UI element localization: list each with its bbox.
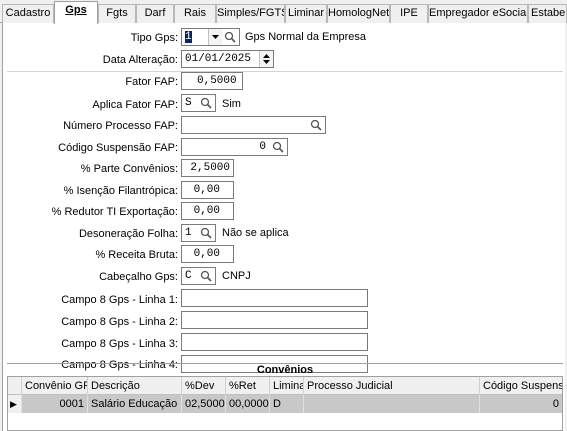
magnifier-icon bbox=[310, 119, 322, 131]
codigo-suspensao-fap-search-button[interactable] bbox=[270, 139, 287, 155]
aplica-fator-fap-label: Aplica Fator FAP: bbox=[92, 99, 178, 111]
parte-convenios-field[interactable]: 2,5000 bbox=[181, 159, 234, 177]
data-alteracao-label: Data Alteração: bbox=[102, 54, 178, 66]
magnifier-icon bbox=[200, 270, 212, 282]
redutor-ti-value: 0,00 bbox=[193, 205, 220, 217]
grid-header: Convênio GPS Descrição %Dev %Ret Liminar… bbox=[8, 377, 562, 395]
tipo-gps-label: Tipo Gps: bbox=[130, 32, 178, 44]
campo8-linha2-field[interactable] bbox=[181, 311, 368, 329]
tab-fgts[interactable]: Fgts bbox=[98, 4, 136, 23]
data-alteracao-dropdown-button[interactable] bbox=[259, 51, 273, 67]
magnifier-icon bbox=[272, 141, 284, 153]
campo8-linha3-field[interactable] bbox=[181, 333, 368, 351]
campo8-linha1-field[interactable] bbox=[181, 289, 368, 307]
codigo-suspensao-fap-field[interactable]: 0 bbox=[181, 138, 288, 156]
tipo-gps-search-button[interactable] bbox=[222, 29, 239, 45]
campo8-linha2-label: Campo 8 Gps - Linha 2: bbox=[61, 316, 178, 328]
convenios-grid[interactable]: Convênio GPS Descrição %Dev %Ret Liminar… bbox=[7, 376, 563, 431]
fator-fap-value: 0,5000 bbox=[197, 75, 237, 87]
data-alteracao-field[interactable]: 01/01/2025 bbox=[181, 50, 274, 68]
column-header[interactable]: %Dev bbox=[182, 377, 226, 395]
campo8-linha1-label: Campo 8 Gps - Linha 1: bbox=[61, 294, 178, 306]
table-cell: Salário Educação bbox=[88, 395, 182, 413]
isencao-filantropica-label: % Isenção Filantrópica: bbox=[63, 185, 178, 197]
redutor-ti-label: % Redutor TI Exportação: bbox=[51, 206, 178, 218]
table-cell bbox=[304, 395, 480, 413]
fator-fap-field[interactable]: 0,5000 bbox=[181, 72, 243, 90]
table-cell: 00,0000 bbox=[226, 395, 270, 413]
aplica-fator-fap-description: Sim bbox=[222, 98, 241, 110]
receita-bruta-field[interactable]: 0,00 bbox=[181, 245, 234, 263]
spin-arrows-icon bbox=[263, 54, 270, 64]
aplica-fator-fap-search-button[interactable] bbox=[198, 95, 215, 111]
gps-panel: Tipo Gps: 1 Gps Normal da Empresa Data A… bbox=[2, 23, 565, 431]
column-header[interactable]: Descrição bbox=[88, 377, 182, 395]
parte-convenios-label: % Parte Convênios: bbox=[80, 163, 178, 175]
codigo-suspensao-fap-label: Código Suspensão FAP: bbox=[58, 142, 178, 154]
table-row[interactable]: ▶ 0001 Salário Educação 02,5000 00,0000 … bbox=[8, 395, 562, 413]
desoneracao-folha-label: Desoneração Folha: bbox=[78, 228, 178, 240]
isencao-filantropica-value: 0,00 bbox=[193, 184, 220, 196]
tab-rais[interactable]: Rais bbox=[174, 4, 216, 23]
aplica-fator-fap-value: S bbox=[185, 97, 192, 109]
isencao-filantropica-field[interactable]: 0,00 bbox=[181, 181, 234, 199]
table-cell: 0001 bbox=[22, 395, 88, 413]
tipo-gps-dropdown-button[interactable] bbox=[208, 29, 222, 45]
numero-processo-fap-search-button[interactable] bbox=[308, 117, 325, 133]
column-header[interactable]: Código Suspensão bbox=[480, 377, 562, 395]
column-header[interactable]: %Ret bbox=[226, 377, 270, 395]
tab-liminar[interactable]: Liminar bbox=[285, 4, 327, 23]
tab-ipe[interactable]: IPE bbox=[390, 4, 428, 23]
column-header[interactable]: Processo Judicial bbox=[304, 377, 480, 395]
desoneracao-folha-search-button[interactable] bbox=[198, 225, 215, 241]
row-indicator-icon: ▶ bbox=[8, 395, 22, 413]
table-cell: 0 bbox=[552, 398, 559, 410]
chevron-down-icon bbox=[212, 35, 219, 39]
tab-homolognet[interactable]: HomologNet bbox=[327, 4, 390, 23]
parte-convenios-value: 2,5000 bbox=[190, 162, 230, 174]
tipo-gps-value: 1 bbox=[185, 31, 192, 43]
aplica-fator-fap-field[interactable]: S bbox=[181, 94, 216, 112]
cabecalho-gps-search-button[interactable] bbox=[198, 268, 215, 284]
column-header[interactable]: Convênio GPS bbox=[22, 377, 88, 395]
tab-gps[interactable]: Gps bbox=[54, 1, 98, 24]
desoneracao-folha-value: 1 bbox=[185, 227, 192, 239]
numero-processo-fap-label: Número Processo FAP: bbox=[63, 120, 178, 132]
desoneracao-folha-field[interactable]: 1 bbox=[181, 224, 216, 242]
tab-simples-fgts[interactable]: Simples/FGTS bbox=[216, 4, 285, 23]
indicator-header bbox=[8, 377, 22, 395]
redutor-ti-field[interactable]: 0,00 bbox=[181, 202, 234, 220]
cabecalho-gps-field[interactable]: C bbox=[181, 267, 216, 285]
data-alteracao-value: 01/01/2025 bbox=[185, 53, 252, 65]
tab-bar: Cadastro Gps Fgts Darf Rais Simples/FGTS… bbox=[0, 0, 567, 24]
column-header[interactable]: Liminar bbox=[270, 377, 304, 395]
cabecalho-gps-label: Cabeçalho Gps: bbox=[99, 271, 178, 283]
table-cell: D bbox=[270, 395, 304, 413]
tipo-gps-field[interactable]: 1 bbox=[181, 28, 240, 46]
fator-fap-label: Fator FAP: bbox=[125, 76, 178, 88]
tipo-gps-description: Gps Normal da Empresa bbox=[245, 31, 367, 43]
tab-estabelecimento[interactable]: Estabelec bbox=[528, 4, 567, 23]
magnifier-icon bbox=[224, 31, 236, 43]
magnifier-icon bbox=[200, 227, 212, 239]
receita-bruta-label: % Receita Bruta: bbox=[95, 249, 178, 261]
tab-darf[interactable]: Darf bbox=[136, 4, 174, 23]
cabecalho-gps-value: C bbox=[185, 270, 192, 282]
codigo-suspensao-fap-value: 0 bbox=[259, 141, 266, 153]
desoneracao-folha-description: Não se aplica bbox=[222, 227, 289, 239]
magnifier-icon bbox=[200, 97, 212, 109]
convenios-title: Convênios bbox=[7, 363, 563, 376]
table-cell: 02,5000 bbox=[182, 395, 226, 413]
cabecalho-gps-description: CNPJ bbox=[222, 270, 251, 282]
tab-empregador-esocial[interactable]: Empregador eSocial bbox=[428, 4, 528, 23]
numero-processo-fap-field[interactable] bbox=[181, 116, 326, 134]
tab-cadastro[interactable]: Cadastro bbox=[2, 4, 54, 23]
campo8-linha3-label: Campo 8 Gps - Linha 3: bbox=[61, 338, 178, 350]
separator bbox=[7, 71, 563, 72]
receita-bruta-value: 0,00 bbox=[193, 248, 220, 260]
